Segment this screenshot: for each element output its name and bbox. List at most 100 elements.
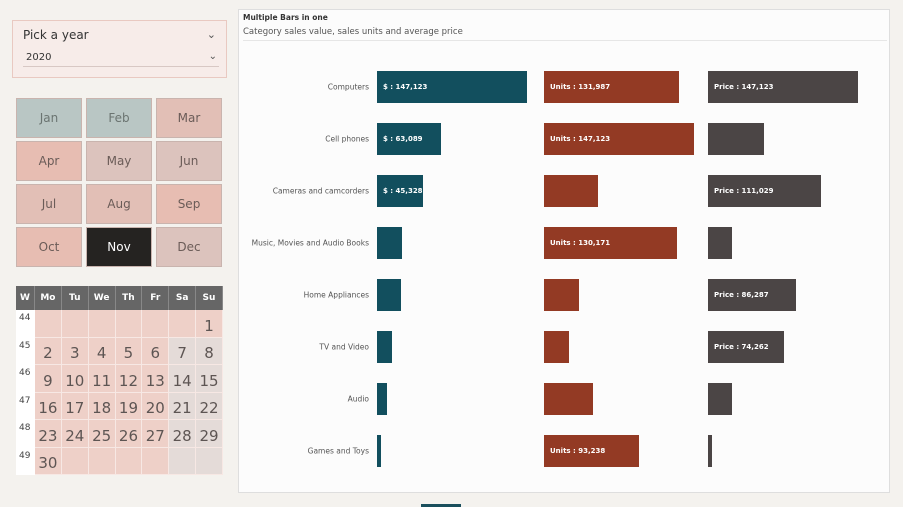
calendar-day[interactable]: 28 (169, 420, 197, 448)
bar-value[interactable] (377, 227, 403, 259)
calendar-day[interactable]: 3 (61, 337, 89, 365)
calendar-day[interactable]: 1 (196, 310, 223, 338)
bar-value[interactable]: $ : 147,123 (377, 71, 527, 103)
bar-units[interactable] (544, 383, 593, 415)
bar-units[interactable]: Units : 130,171 (544, 227, 677, 259)
bar-price[interactable] (708, 123, 765, 155)
calendar-day[interactable]: 24 (61, 420, 89, 448)
bar-data-label: Units : 130,171 (550, 239, 611, 247)
bar-value[interactable] (377, 435, 382, 467)
calendar-day[interactable]: 10 (61, 365, 89, 393)
calendar-day[interactable]: 6 (142, 337, 170, 365)
calendar-day[interactable]: 5 (115, 337, 143, 365)
calendar-day (142, 447, 170, 475)
chart-title: Multiple Bars in one (243, 13, 328, 22)
bar-value[interactable] (377, 383, 387, 415)
bar-price[interactable] (708, 435, 713, 467)
calendar-day[interactable]: 25 (88, 420, 116, 448)
bar-value[interactable] (377, 279, 401, 311)
chevron-down-icon[interactable]: ⌄ (207, 28, 216, 41)
bar-data-label: Units : 147,123 (550, 135, 611, 143)
month-button-oct[interactable]: Oct (16, 227, 82, 267)
calendar-day[interactable]: 30 (35, 447, 62, 475)
bar-price[interactable]: Price : 74,262 (708, 331, 784, 363)
year-dropdown-value: 2020 (26, 52, 52, 63)
calendar-day[interactable]: 12 (115, 365, 143, 393)
month-button-jan[interactable]: Jan (16, 98, 82, 138)
calendar-day[interactable]: 4 (88, 337, 116, 365)
calendar-day (35, 310, 62, 338)
calendar-header-cell: Fr (142, 286, 170, 310)
calendar-day[interactable]: 27 (142, 420, 170, 448)
category-label: Home Appliances (303, 290, 369, 300)
bar-price[interactable]: Price : 86,287 (708, 279, 796, 311)
bar-units[interactable] (544, 279, 580, 311)
calendar-day (115, 447, 143, 475)
calendar-day[interactable]: 26 (115, 420, 143, 448)
calendar-day[interactable]: 8 (196, 337, 223, 365)
calendar-day[interactable]: 11 (88, 365, 116, 393)
calendar-week-row: 45 2 3 4 5 6 7 8 (16, 337, 223, 365)
year-dropdown[interactable]: 2020 ⌄ (23, 49, 219, 67)
calendar-day[interactable]: 22 (196, 392, 223, 420)
month-button-jun[interactable]: Jun (156, 141, 222, 181)
month-button-sep[interactable]: Sep (156, 184, 222, 224)
month-button-aug[interactable]: Aug (86, 184, 152, 224)
bar-value[interactable] (377, 331, 393, 363)
category-label: TV and Video (319, 342, 369, 352)
bar-data-label: Price : 86,287 (714, 291, 769, 299)
bar-data-label: Units : 93,238 (550, 447, 606, 455)
year-slicer-heading: Pick a year (23, 28, 89, 42)
calendar-week-row: 49 30 (16, 447, 223, 475)
bar-data-label: Units : 131,987 (550, 83, 611, 91)
category-label: Audio (347, 394, 369, 404)
bar-data-label: $ : 45,328 (383, 187, 423, 195)
bar-price[interactable] (708, 383, 732, 415)
calendar-day[interactable]: 2 (35, 337, 62, 365)
calendar-day[interactable]: 7 (169, 337, 197, 365)
calendar-header-cell: We (88, 286, 116, 310)
calendar-day[interactable]: 19 (115, 392, 143, 420)
calendar-day[interactable]: 20 (142, 392, 170, 420)
calendar-day (169, 447, 197, 475)
calendar-day[interactable]: 14 (169, 365, 197, 393)
calendar-day[interactable]: 21 (169, 392, 197, 420)
month-button-feb[interactable]: Feb (86, 98, 152, 138)
bar-data-label: Price : 74,262 (714, 343, 769, 351)
bar-price[interactable] (708, 227, 732, 259)
calendar-day[interactable]: 13 (142, 365, 170, 393)
bar-price[interactable]: Price : 147,123 (708, 71, 858, 103)
bar-value[interactable]: $ : 45,328 (377, 175, 424, 207)
calendar-day[interactable]: 9 (35, 365, 62, 393)
month-button-may[interactable]: May (86, 141, 152, 181)
year-slicer: Pick a year ⌄ 2020 ⌄ (12, 20, 227, 78)
bar-units[interactable]: Units : 147,123 (544, 123, 694, 155)
bar-units[interactable] (544, 175, 598, 207)
category-label: Games and Toys (307, 446, 369, 456)
month-button-nov[interactable]: Nov (86, 227, 152, 267)
month-button-dec[interactable]: Dec (156, 227, 222, 267)
week-number: 44 (16, 310, 35, 338)
chart-panel: Multiple Bars in one Category sales valu… (238, 9, 890, 493)
calendar-header-cell: Sa (169, 286, 197, 310)
month-button-jul[interactable]: Jul (16, 184, 82, 224)
bar-data-label: $ : 147,123 (383, 83, 428, 91)
calendar-day[interactable]: 23 (35, 420, 62, 448)
category-label: Cameras and camcorders (272, 186, 369, 196)
bar-units[interactable]: Units : 131,987 (544, 71, 679, 103)
month-slicer: Jan Feb Mar Apr May Jun Jul Aug Sep Oct Nov Dec (16, 98, 222, 267)
bar-units[interactable]: Units : 93,238 (544, 435, 640, 467)
week-number: 48 (16, 420, 35, 448)
calendar-day[interactable]: 16 (35, 392, 62, 420)
calendar-day[interactable]: 29 (196, 420, 223, 448)
month-button-mar[interactable]: Mar (156, 98, 222, 138)
bar-price[interactable]: Price : 111,029 (708, 175, 822, 207)
bar-units[interactable] (544, 331, 570, 363)
category-label: Music, Movies and Audio Books (251, 238, 369, 248)
bar-data-label: $ : 63,089 (383, 135, 423, 143)
bar-value[interactable]: $ : 63,089 (377, 123, 442, 155)
calendar-day[interactable]: 18 (88, 392, 116, 420)
month-button-apr[interactable]: Apr (16, 141, 82, 181)
calendar-day[interactable]: 17 (61, 392, 89, 420)
calendar-day[interactable]: 15 (196, 365, 223, 393)
